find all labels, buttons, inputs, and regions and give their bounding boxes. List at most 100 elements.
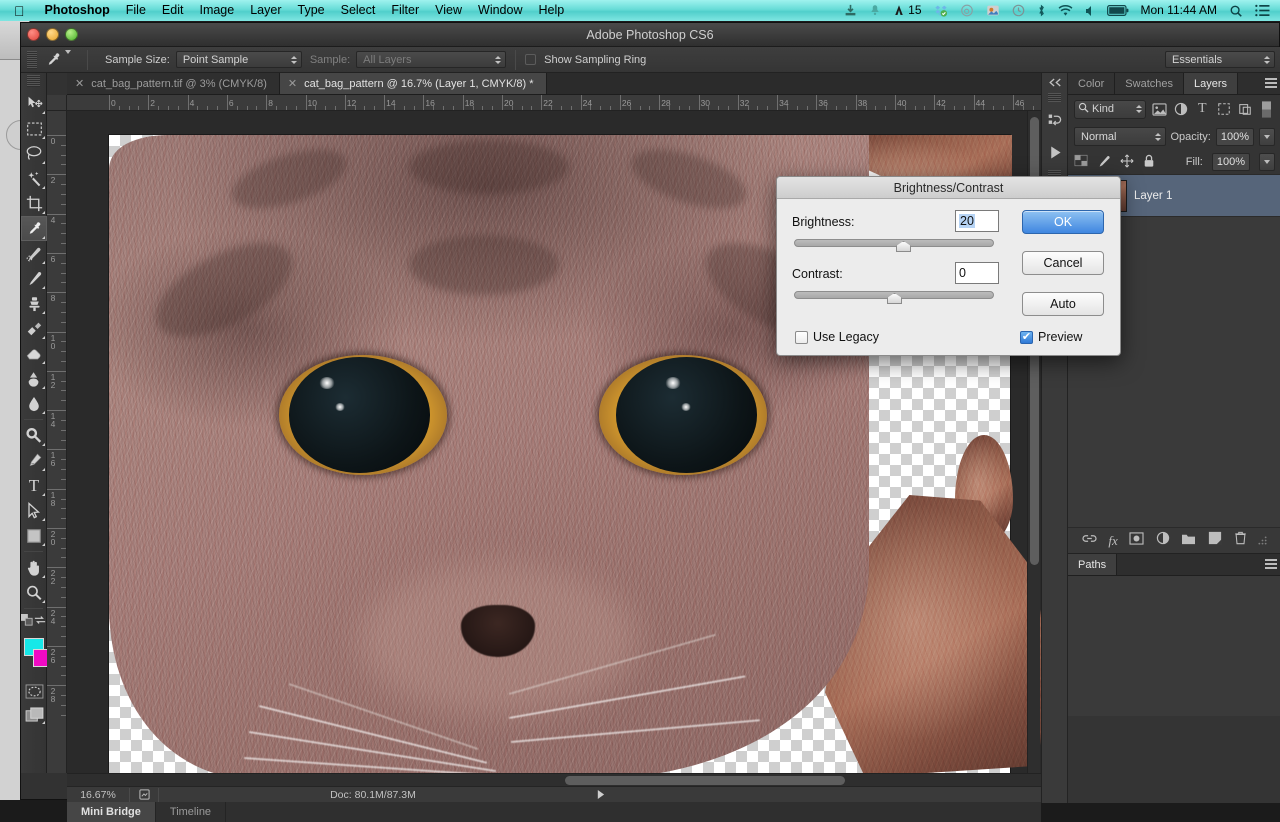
- sample-size-dropdown[interactable]: Point Sample: [176, 51, 302, 68]
- volume-icon[interactable]: [1079, 5, 1101, 17]
- filter-type-icon[interactable]: T: [1194, 99, 1211, 119]
- lock-position-icon[interactable]: [1120, 154, 1134, 171]
- ok-button[interactable]: OK: [1022, 210, 1104, 234]
- lock-transparent-pixels-icon[interactable]: [1074, 154, 1088, 170]
- acrobat-icon[interactable]: 15: [887, 0, 927, 21]
- close-button[interactable]: [27, 28, 40, 41]
- zoom-tool[interactable]: [21, 580, 47, 605]
- clone-stamp-tool[interactable]: [21, 291, 47, 316]
- dodge-tool[interactable]: [21, 423, 47, 448]
- opacity-value[interactable]: 100%: [1216, 128, 1254, 146]
- fill-chevron-down-icon[interactable]: [1259, 153, 1275, 171]
- new-group-icon[interactable]: [1181, 532, 1196, 550]
- path-selection-tool[interactable]: [21, 498, 47, 523]
- tab-timeline[interactable]: Timeline: [156, 802, 226, 822]
- brush-tool[interactable]: [21, 266, 47, 291]
- auto-button[interactable]: Auto: [1022, 292, 1104, 316]
- show-sampling-ring-checkbox[interactable]: [525, 54, 536, 65]
- rectangular-marquee-tool[interactable]: [21, 116, 47, 141]
- document-tab-2[interactable]: ✕ cat_bag_pattern @ 16.7% (Layer 1, CMYK…: [280, 73, 547, 94]
- menu-item-image[interactable]: Image: [191, 0, 242, 21]
- screen-mode-icon[interactable]: [21, 702, 47, 726]
- move-tool[interactable]: [21, 91, 47, 116]
- blur-tool[interactable]: [21, 391, 47, 416]
- options-bar-grip[interactable]: [27, 51, 37, 69]
- tab-swatches[interactable]: Swatches: [1115, 73, 1184, 94]
- download-icon[interactable]: [838, 4, 863, 17]
- menubar-clock[interactable]: Mon 11:44 AM: [1135, 0, 1224, 21]
- magic-wand-tool[interactable]: [21, 166, 47, 191]
- contrast-input[interactable]: 0: [955, 262, 999, 284]
- quick-mask-icon[interactable]: [21, 680, 47, 702]
- cancel-button[interactable]: Cancel: [1022, 251, 1104, 275]
- horizontal-scroll-thumb[interactable]: [565, 776, 845, 785]
- preview-checkbox[interactable]: ✔: [1020, 331, 1033, 344]
- swap-colors-icon[interactable]: [34, 613, 46, 631]
- bluetooth-icon[interactable]: [1031, 4, 1052, 17]
- history-panel-icon[interactable]: [1042, 104, 1068, 136]
- gradient-tool[interactable]: [21, 366, 47, 391]
- dialog-title[interactable]: Brightness/Contrast: [777, 177, 1120, 199]
- tab-paths[interactable]: Paths: [1068, 554, 1117, 575]
- layer-filter-kind-dropdown[interactable]: Kind: [1074, 100, 1146, 119]
- close-icon[interactable]: ✕: [288, 77, 297, 90]
- hand-tool[interactable]: [21, 555, 47, 580]
- tab-layers[interactable]: Layers: [1184, 73, 1238, 94]
- zoom-button[interactable]: [65, 28, 78, 41]
- paths-panel-menu-icon[interactable]: [1261, 558, 1277, 571]
- layer-mask-icon[interactable]: [1129, 532, 1144, 550]
- time-machine-icon[interactable]: [1006, 4, 1031, 17]
- document-tab-1[interactable]: ✕ cat_bag_pattern.tif @ 3% (CMYK/8): [67, 73, 280, 94]
- menu-item-type[interactable]: Type: [290, 0, 333, 21]
- history-brush-tool[interactable]: [21, 316, 47, 341]
- pen-tool[interactable]: [21, 448, 47, 473]
- layer-name[interactable]: Layer 1: [1134, 190, 1172, 202]
- filter-toggle-switch[interactable]: [1259, 99, 1276, 119]
- healing-brush-tool[interactable]: [21, 241, 47, 266]
- document-thumbnail-icon[interactable]: [130, 789, 158, 800]
- canvas-horizontal-scrollbar[interactable]: [67, 773, 1041, 786]
- fuse-icon[interactable]: [980, 4, 1006, 17]
- battery-icon[interactable]: [1101, 5, 1135, 16]
- eraser-tool[interactable]: [21, 341, 47, 366]
- opacity-chevron-down-icon[interactable]: [1259, 128, 1275, 146]
- menu-item-select[interactable]: Select: [333, 0, 384, 21]
- type-tool[interactable]: T: [21, 473, 47, 498]
- preview-checkbox-group[interactable]: ✔ Preview: [1020, 330, 1082, 344]
- actions-panel-icon[interactable]: [1042, 136, 1068, 168]
- brightness-contrast-dialog[interactable]: Brightness/Contrast Brightness: 20 Contr…: [776, 176, 1121, 356]
- lasso-tool[interactable]: [21, 141, 47, 166]
- use-legacy-checkbox-group[interactable]: Use Legacy: [795, 330, 879, 344]
- wifi-icon[interactable]: [1052, 5, 1079, 17]
- brightness-slider[interactable]: [794, 239, 994, 247]
- menu-item-help[interactable]: Help: [530, 0, 572, 21]
- crop-tool[interactable]: [21, 191, 47, 216]
- horizontal-ruler[interactable]: 0246810121416182022242628303234363840424…: [67, 95, 1041, 111]
- rectangle-tool[interactable]: [21, 523, 47, 548]
- new-layer-icon[interactable]: [1208, 531, 1222, 550]
- menu-item-photoshop[interactable]: Photoshop: [37, 0, 118, 21]
- use-legacy-checkbox[interactable]: [795, 331, 808, 344]
- panel-resize-grip[interactable]: [1258, 532, 1267, 550]
- ruler-corner[interactable]: [47, 95, 67, 111]
- brightness-input[interactable]: 20: [955, 210, 999, 232]
- blend-mode-dropdown[interactable]: Normal: [1074, 127, 1166, 146]
- collapse-panels-icon[interactable]: [1042, 73, 1067, 91]
- workspace-dropdown[interactable]: Essentials: [1165, 51, 1275, 68]
- dropbox-icon[interactable]: [928, 4, 954, 17]
- filter-smart-object-icon[interactable]: [1237, 99, 1254, 119]
- delete-layer-icon[interactable]: [1234, 531, 1247, 550]
- filter-adjustment-icon[interactable]: [1173, 99, 1190, 119]
- menu-item-window[interactable]: Window: [470, 0, 530, 21]
- tab-color[interactable]: Color: [1068, 73, 1115, 94]
- status-menu-arrow-icon[interactable]: [587, 790, 613, 799]
- fill-value[interactable]: 100%: [1212, 153, 1250, 171]
- tab-mini-bridge[interactable]: Mini Bridge: [67, 802, 156, 822]
- dock-grip-1[interactable]: [1048, 93, 1061, 102]
- sample-dropdown[interactable]: All Layers: [356, 51, 506, 68]
- menu-item-filter[interactable]: Filter: [383, 0, 427, 21]
- lock-image-pixels-icon[interactable]: [1097, 154, 1111, 171]
- vertical-ruler[interactable]: 024681 01 21 41 61 82 02 22 42 62 8: [47, 111, 67, 773]
- spotlight-search-icon[interactable]: [1223, 4, 1249, 18]
- menu-item-file[interactable]: File: [118, 0, 154, 21]
